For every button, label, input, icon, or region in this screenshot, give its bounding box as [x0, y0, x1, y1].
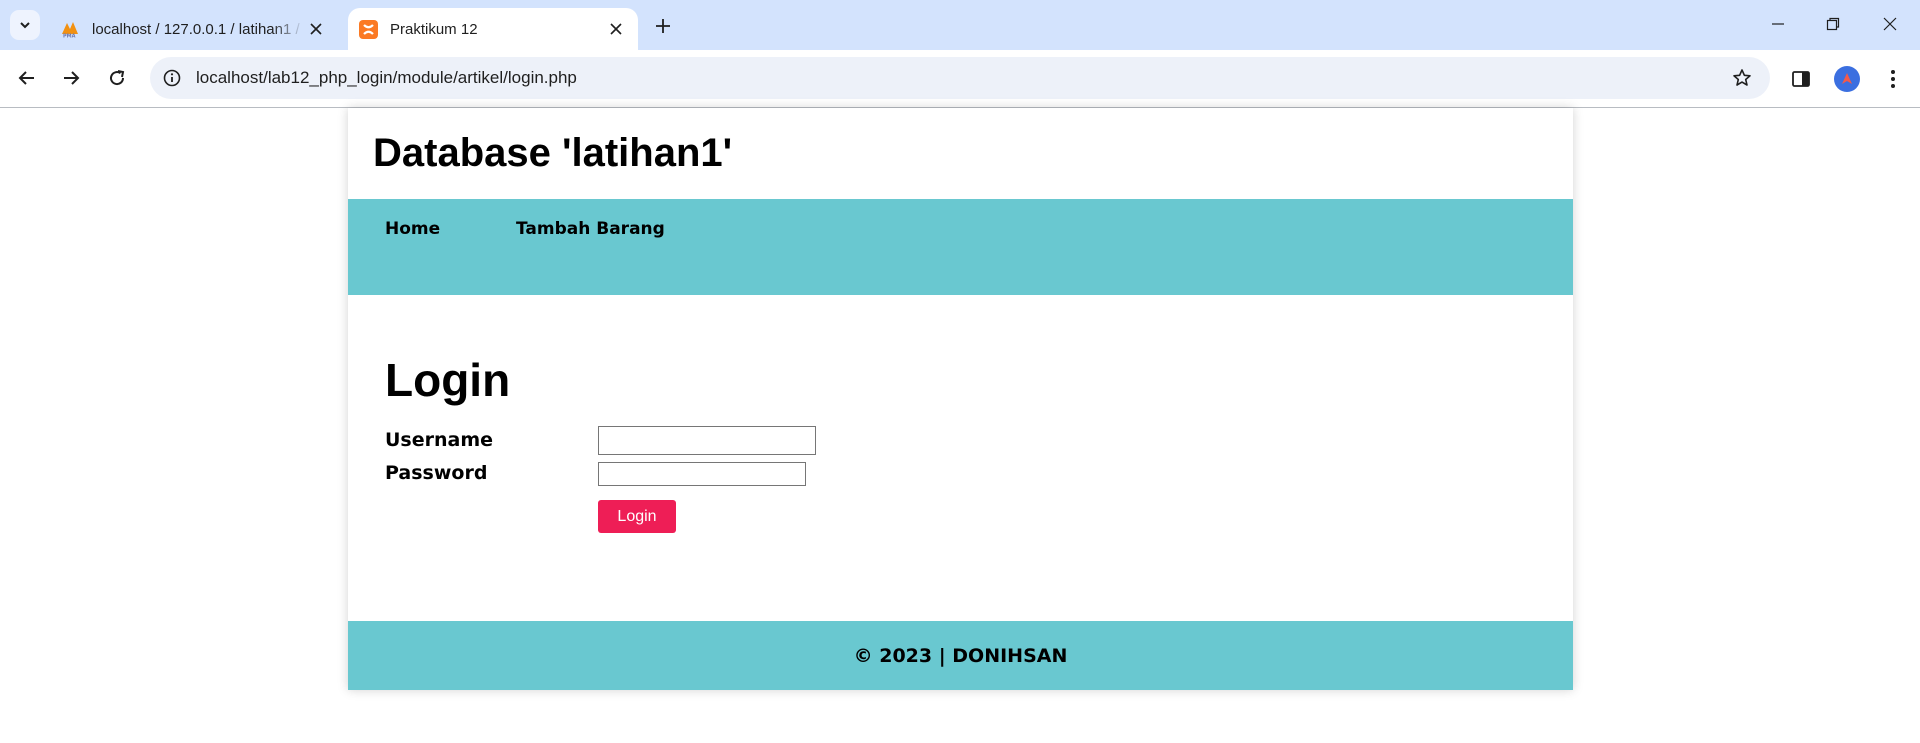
- login-button[interactable]: Login: [598, 500, 676, 533]
- main-nav: Home Tambah Barang: [348, 199, 1573, 295]
- close-tab-icon[interactable]: [304, 17, 328, 41]
- browser-toolbar: localhost/lab12_php_login/module/artikel…: [0, 50, 1920, 108]
- tab-title: localhost / 127.0.0.1 / latihan1 / baran…: [92, 20, 304, 38]
- avatar: [1834, 66, 1860, 92]
- nav-link-home[interactable]: Home: [385, 219, 440, 239]
- minimize-button[interactable]: [1760, 8, 1796, 40]
- phpmyadmin-icon: PMA: [60, 19, 80, 39]
- bookmark-star-icon[interactable]: [1730, 66, 1754, 90]
- footer-text: © 2023 | DONIHSAN: [853, 644, 1068, 667]
- url-text[interactable]: localhost/lab12_php_login/module/artikel…: [196, 68, 577, 88]
- forward-button[interactable]: [56, 63, 86, 93]
- arrow-right-icon: [64, 71, 80, 85]
- username-label: Username: [385, 429, 494, 451]
- address-bar[interactable]: localhost/lab12_php_login/module/artikel…: [150, 57, 1770, 99]
- restore-button[interactable]: [1815, 8, 1851, 40]
- login-heading: Login: [385, 354, 511, 406]
- svg-text:PMA: PMA: [63, 34, 76, 39]
- chevron-down-icon: [20, 22, 30, 29]
- password-label: Password: [385, 462, 488, 484]
- browser-tabstrip: PMA localhost / 127.0.0.1 / latihan1 / b…: [0, 0, 1920, 50]
- side-panel-icon: [1792, 71, 1810, 87]
- tab-title: Praktikum 12: [390, 20, 478, 38]
- site-header: Database 'latihan1': [348, 108, 1573, 199]
- browser-menu-button[interactable]: [1878, 64, 1908, 94]
- paper-plane-icon: [1842, 73, 1852, 84]
- tab-praktikum[interactable]: Praktikum 12: [348, 8, 638, 50]
- username-input[interactable]: [598, 426, 816, 455]
- close-window-button[interactable]: [1872, 8, 1908, 40]
- page-container: Database 'latihan1' Home Tambah Barang L…: [348, 108, 1573, 690]
- profile-button[interactable]: [1832, 64, 1862, 94]
- tab-phpmyadmin[interactable]: PMA localhost / 127.0.0.1 / latihan1 / b…: [50, 8, 338, 50]
- plus-icon: [656, 19, 670, 33]
- xampp-icon: [358, 19, 378, 39]
- restore-icon: [1826, 17, 1840, 31]
- login-section: Login Username Password Login: [348, 295, 1573, 621]
- back-button[interactable]: [12, 63, 42, 93]
- password-input[interactable]: [598, 462, 806, 486]
- close-icon: [1883, 17, 1897, 31]
- minimize-icon: [1772, 23, 1784, 25]
- tab-search-button[interactable]: [10, 10, 40, 40]
- page-footer: © 2023 | DONIHSAN: [348, 621, 1573, 690]
- new-tab-button[interactable]: [650, 13, 676, 39]
- more-vert-icon: [1891, 70, 1895, 88]
- reload-button[interactable]: [102, 63, 132, 93]
- nav-link-tambah-barang[interactable]: Tambah Barang: [516, 219, 665, 239]
- site-info-icon[interactable]: [160, 66, 184, 90]
- site-title: Database 'latihan1': [373, 131, 733, 175]
- arrow-left-icon: [18, 71, 34, 85]
- close-tab-icon[interactable]: [604, 17, 628, 41]
- side-panel-button[interactable]: [1786, 64, 1816, 94]
- reload-icon: [110, 70, 125, 86]
